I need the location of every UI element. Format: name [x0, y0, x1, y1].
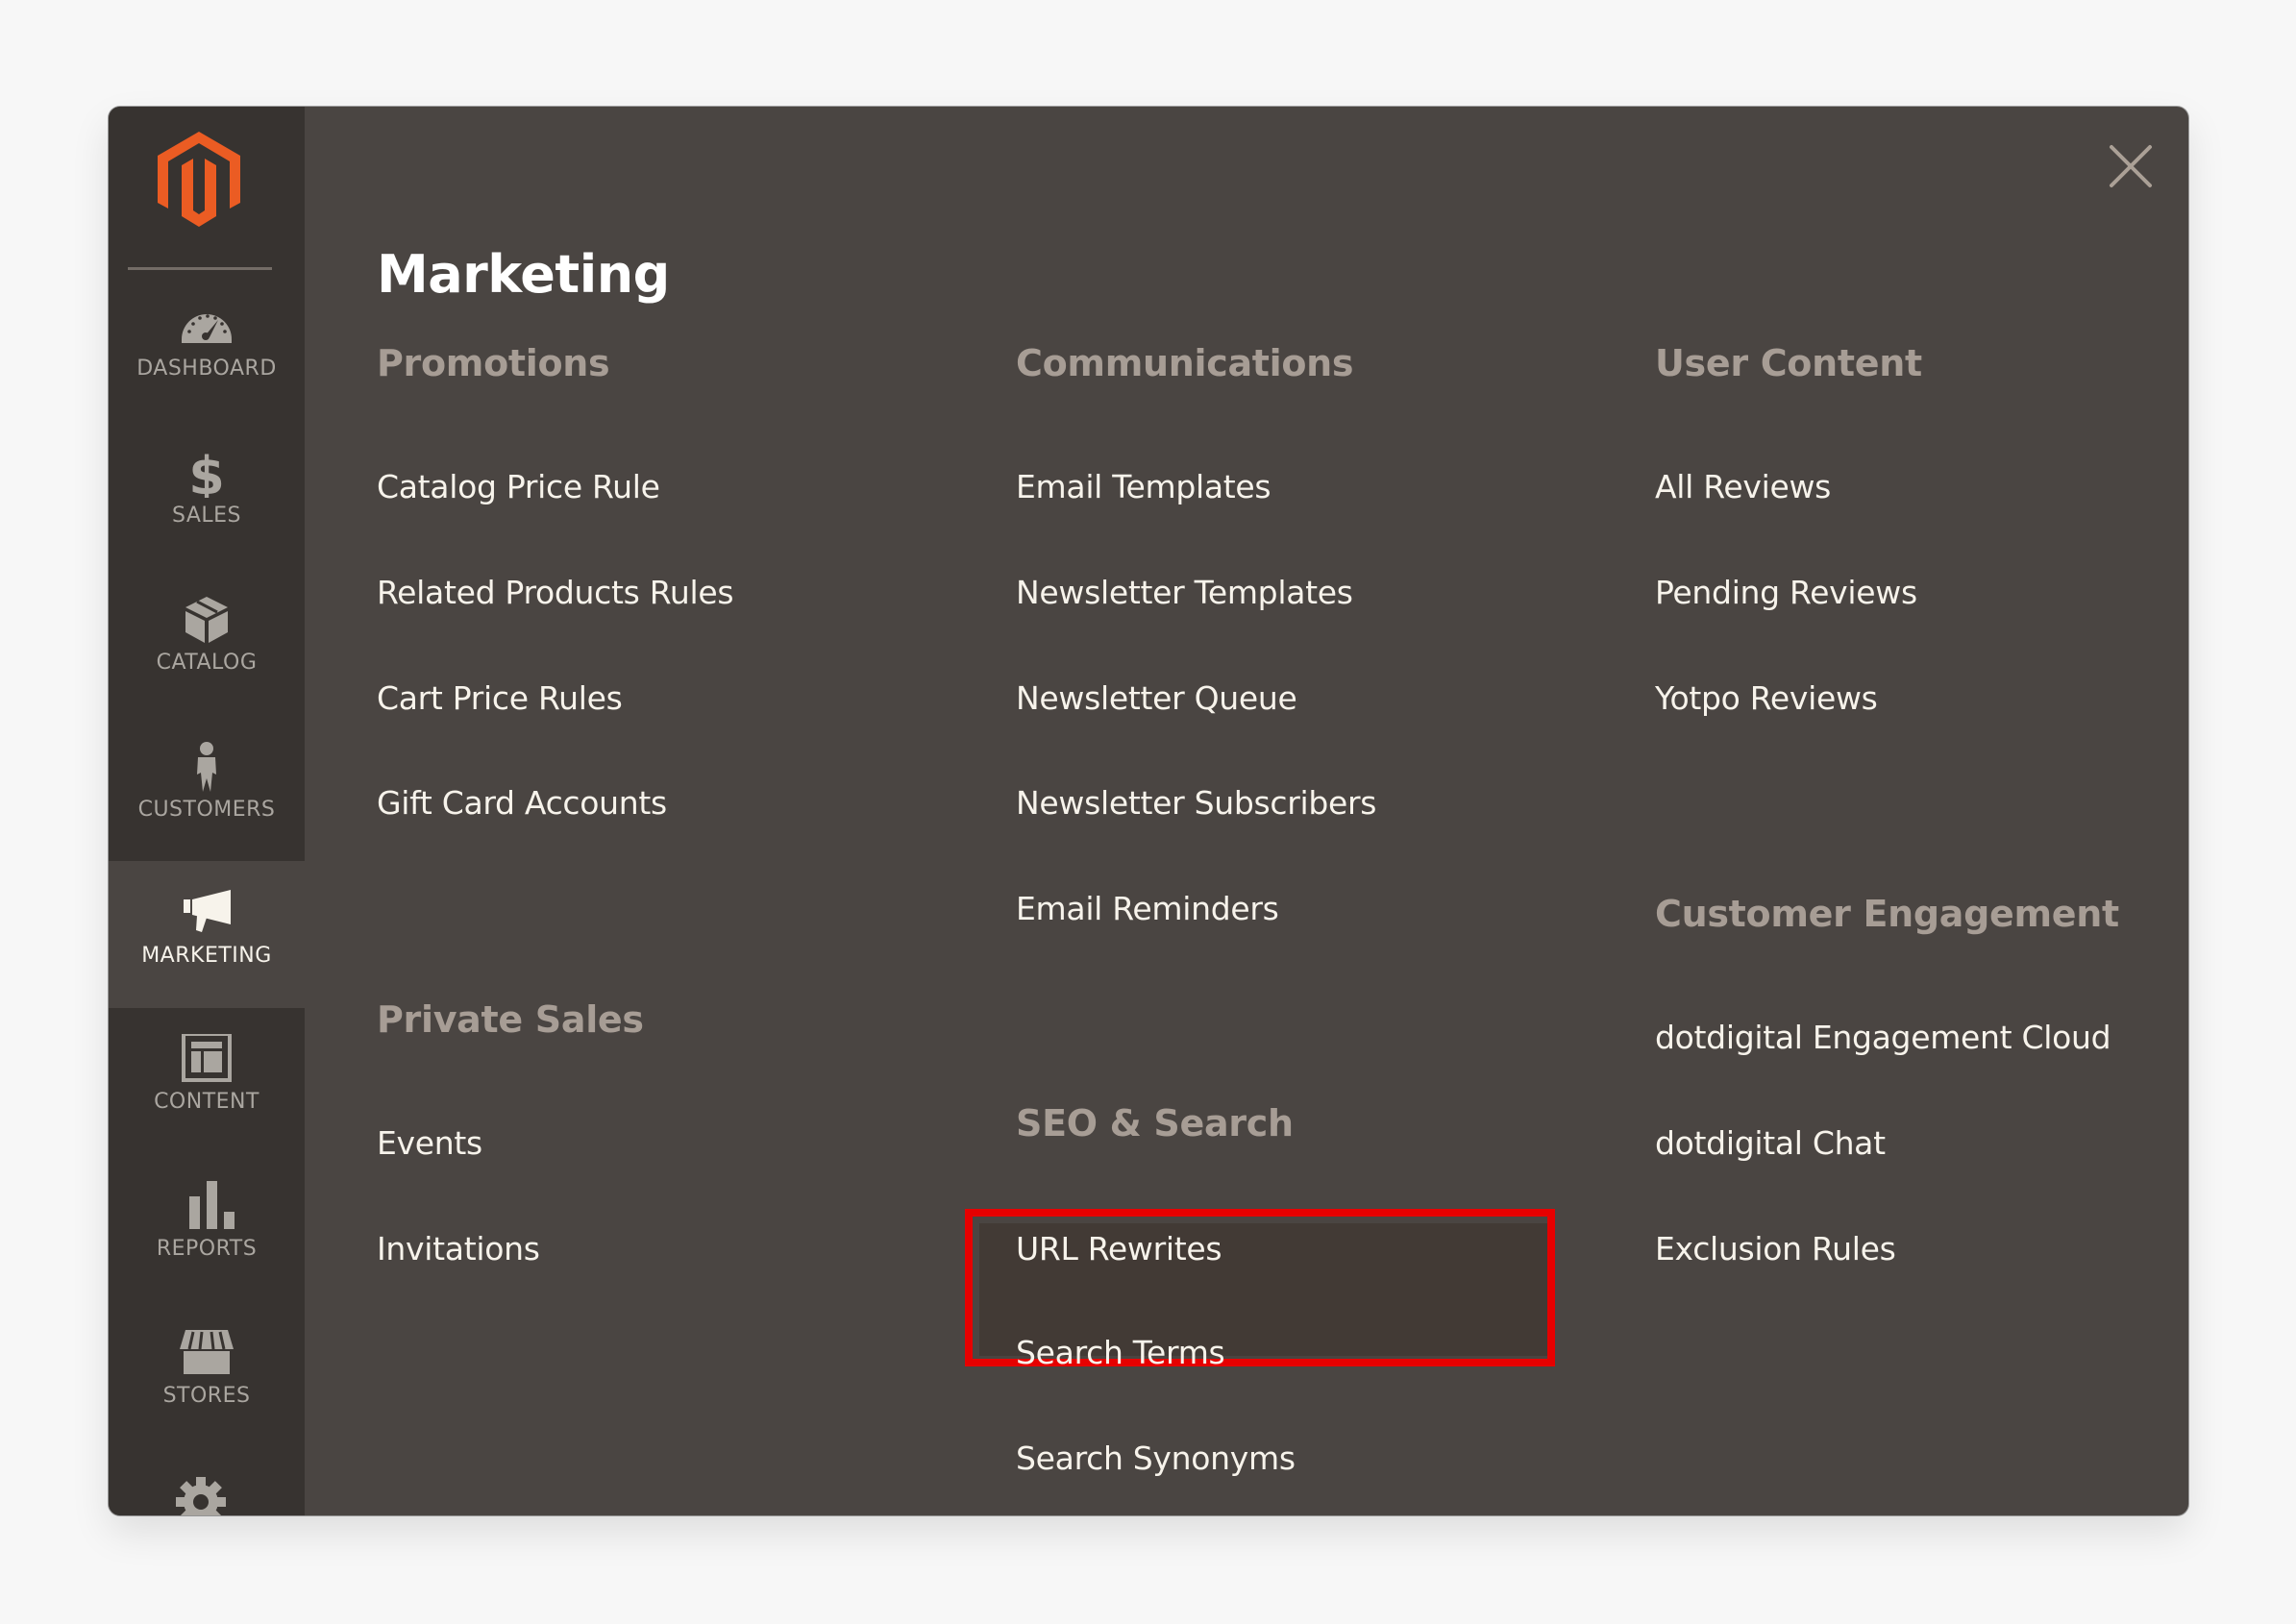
menu-link-related-products-rules[interactable]: Related Products Rules	[377, 572, 734, 614]
bar-chart-icon	[178, 1181, 235, 1231]
sidebar-item-label: Sales	[171, 504, 242, 528]
page-title: Marketing	[377, 244, 670, 305]
sidebar-item-sales[interactable]: $ Sales	[109, 421, 305, 568]
menu-link-catalog-price-rule[interactable]: Catalog Price Rule	[377, 466, 660, 508]
sidebar-item-dashboard[interactable]: Dashboard	[109, 274, 305, 421]
menu-link-events[interactable]: Events	[377, 1122, 482, 1165]
sidebar-item-label: Dashboard	[136, 357, 277, 381]
menu-link-pending-reviews[interactable]: Pending Reviews	[1655, 572, 1917, 614]
menu-link-exclusion-rules[interactable]: Exclusion Rules	[1655, 1228, 1896, 1270]
section-heading-private-sales: Private Sales	[377, 998, 644, 1041]
dashboard-icon	[178, 301, 235, 351]
sidebar-item-label: Customers	[137, 798, 276, 822]
sidebar-item-label: Stores	[162, 1384, 251, 1408]
sidebar-item-label: Reports	[156, 1237, 258, 1261]
magento-logo-icon[interactable]	[158, 132, 240, 227]
section-heading-user-content: User Content	[1655, 342, 1922, 384]
sidebar-item-label: Catalog	[156, 651, 258, 675]
marketing-flyout-panel: Dashboard $ Sales Catalog Customers Mark…	[109, 107, 2188, 1515]
box-icon	[178, 595, 235, 645]
menu-link-newsletter-queue[interactable]: Newsletter Queue	[1016, 677, 1297, 720]
menu-link-url-rewrites[interactable]: URL Rewrites	[1016, 1228, 1222, 1270]
menu-link-invitations[interactable]: Invitations	[377, 1228, 540, 1270]
menu-link-yotpo-reviews[interactable]: Yotpo Reviews	[1655, 677, 1878, 720]
sidebar-item-stores[interactable]: Stores	[109, 1301, 305, 1448]
menu-link-dotdigital-chat[interactable]: dotdigital Chat	[1655, 1122, 1886, 1165]
close-button[interactable]	[2102, 137, 2160, 195]
sidebar-item-marketing[interactable]: Marketing	[109, 861, 305, 1008]
section-heading-promotions: Promotions	[377, 342, 610, 384]
dollar-icon: $	[178, 448, 235, 498]
sidebar-item-reports[interactable]: Reports	[109, 1154, 305, 1301]
menu-link-dotdigital-engagement-cloud[interactable]: dotdigital Engagement Cloud	[1655, 1017, 2111, 1059]
sidebar-item-content[interactable]: Content	[109, 1007, 305, 1154]
admin-sidebar: Dashboard $ Sales Catalog Customers Mark…	[109, 107, 305, 1515]
menu-link-search-terms[interactable]: Search Terms	[1016, 1332, 1225, 1374]
sidebar-item-customers[interactable]: Customers	[109, 715, 305, 862]
sidebar-item-catalog[interactable]: Catalog	[109, 568, 305, 715]
menu-link-newsletter-subscribers[interactable]: Newsletter Subscribers	[1016, 782, 1376, 824]
close-icon	[2110, 145, 2152, 187]
storefront-icon	[178, 1328, 235, 1378]
sidebar-item-label: Marketing	[141, 944, 272, 968]
section-heading-seo-search: SEO & Search	[1016, 1102, 1294, 1144]
menu-link-all-reviews[interactable]: All Reviews	[1655, 466, 1831, 508]
menu-link-email-templates[interactable]: Email Templates	[1016, 466, 1271, 508]
menu-link-gift-card-accounts[interactable]: Gift Card Accounts	[377, 782, 667, 824]
layout-icon	[178, 1034, 235, 1084]
person-icon	[178, 742, 235, 792]
sidebar-divider	[128, 267, 272, 270]
menu-link-newsletter-templates[interactable]: Newsletter Templates	[1016, 572, 1353, 614]
sidebar-item-label: Content	[154, 1090, 259, 1114]
menu-link-search-synonyms[interactable]: Search Synonyms	[1016, 1438, 1296, 1480]
section-heading-communications: Communications	[1016, 342, 1354, 384]
menu-link-cart-price-rules[interactable]: Cart Price Rules	[377, 677, 623, 720]
megaphone-icon	[178, 888, 235, 938]
gear-icon[interactable]	[174, 1475, 228, 1515]
svg-text:$: $	[188, 448, 225, 498]
section-heading-customer-engagement: Customer Engagement	[1655, 893, 2119, 935]
menu-link-email-reminders[interactable]: Email Reminders	[1016, 888, 1279, 930]
